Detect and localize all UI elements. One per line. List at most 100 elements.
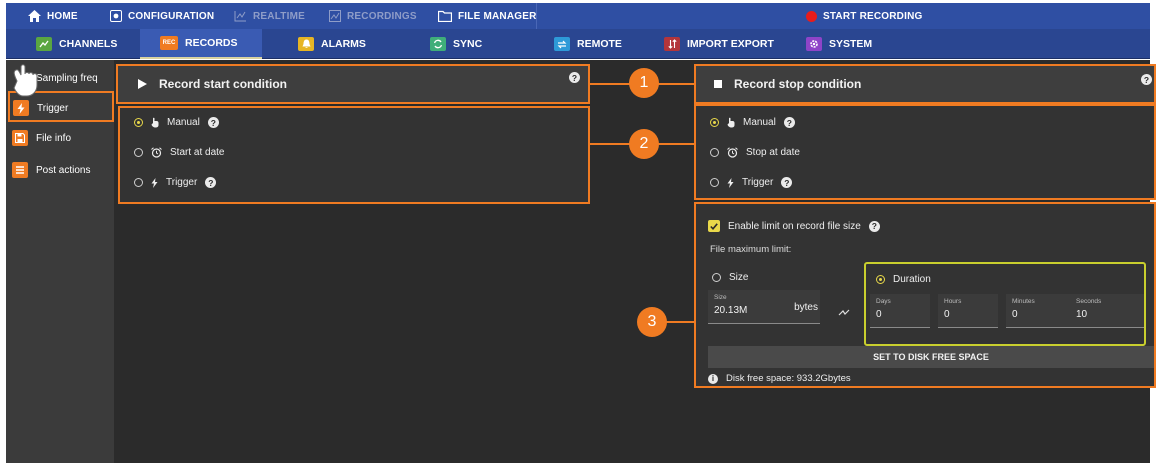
radio-selected[interactable] bbox=[876, 275, 885, 284]
home-icon bbox=[28, 10, 41, 22]
set-to-disk-free-space-button[interactable]: SET TO DISK FREE SPACE bbox=[708, 346, 1154, 368]
days-field[interactable]: Days 0 bbox=[870, 294, 930, 328]
seconds-field[interactable]: Seconds 10 bbox=[1070, 294, 1144, 328]
radio-unselected[interactable] bbox=[712, 273, 721, 282]
stop-option-trigger[interactable]: Trigger ? bbox=[710, 177, 793, 188]
disk-free-space-row: i Disk free space: 933.2Gbytes bbox=[708, 373, 851, 384]
stop-option-manual[interactable]: Manual ? bbox=[710, 117, 795, 128]
radio-unselected[interactable] bbox=[134, 178, 143, 187]
record-start-options: Manual ? Start at date Trigger ? bbox=[118, 106, 590, 204]
lightning-icon bbox=[727, 177, 734, 188]
record-start-condition-header: Record start condition ? bbox=[116, 64, 590, 104]
record-stop-options: Manual ? Stop at date Trigger ? bbox=[694, 104, 1156, 200]
help-icon[interactable]: ? bbox=[868, 220, 880, 232]
nav-realtime-label: REALTIME bbox=[253, 10, 305, 22]
help-icon[interactable]: ? bbox=[1141, 74, 1152, 85]
record-stop-condition-title: Record stop condition bbox=[734, 77, 862, 91]
start-recording-label: START RECORDING bbox=[823, 10, 923, 22]
hand-icon bbox=[151, 117, 159, 128]
size-field-label: Size bbox=[714, 294, 727, 301]
days-value: 0 bbox=[876, 309, 882, 320]
hours-value: 0 bbox=[944, 309, 950, 320]
hours-label: Hours bbox=[944, 298, 962, 305]
minutes-label: Minutes bbox=[1012, 298, 1035, 305]
top-navigation-bar: HOME CONFIGURATION REALTIME RECORDINGS F… bbox=[6, 3, 1150, 29]
radio-selected[interactable] bbox=[710, 118, 719, 127]
tab-remote[interactable]: REMOTE bbox=[554, 29, 622, 59]
nav-divider bbox=[536, 3, 537, 29]
start-option-trigger-label: Trigger bbox=[166, 177, 198, 188]
enable-limit-checkbox[interactable]: Enable limit on record file size ? bbox=[708, 220, 880, 232]
step-badge-1: 1 bbox=[629, 68, 659, 98]
sidebar-item-post-actions[interactable]: Post actions bbox=[12, 158, 90, 182]
start-option-manual[interactable]: Manual ? bbox=[134, 117, 219, 128]
help-icon[interactable]: ? bbox=[783, 117, 795, 128]
remote-icon bbox=[554, 37, 570, 51]
stop-option-stop-at-date[interactable]: Stop at date bbox=[710, 147, 800, 158]
tab-channels[interactable]: CHANNELS bbox=[36, 29, 117, 59]
start-option-start-at-date[interactable]: Start at date bbox=[134, 147, 224, 158]
nav-home[interactable]: HOME bbox=[28, 3, 78, 29]
minutes-value: 0 bbox=[1012, 309, 1018, 320]
radio-selected[interactable] bbox=[134, 118, 143, 127]
file-maximum-limit-label: File maximum limit: bbox=[710, 244, 792, 255]
tab-records[interactable]: REC RECORDS bbox=[140, 29, 262, 59]
folder-icon bbox=[438, 10, 452, 22]
alarm-clock-icon bbox=[727, 147, 738, 158]
sidebar: Sampling freq Trigger File info Post act… bbox=[6, 60, 114, 463]
nav-recordings[interactable]: RECORDINGS bbox=[329, 3, 417, 29]
help-icon[interactable]: ? bbox=[207, 117, 219, 128]
nav-configuration[interactable]: CONFIGURATION bbox=[110, 3, 214, 29]
tab-remote-label: REMOTE bbox=[577, 38, 622, 50]
days-label: Days bbox=[876, 298, 891, 305]
play-icon bbox=[138, 79, 147, 89]
sidebar-item-sampling-freq[interactable]: Sampling freq bbox=[36, 66, 98, 90]
nav-configuration-label: CONFIGURATION bbox=[128, 10, 215, 22]
save-icon bbox=[12, 130, 28, 146]
size-option[interactable]: Size bbox=[712, 272, 748, 283]
sidebar-item-label: Trigger bbox=[37, 102, 69, 114]
tab-alarms[interactable]: ALARMS bbox=[298, 29, 366, 59]
nav-realtime[interactable]: REALTIME bbox=[234, 3, 305, 29]
sidebar-item-label: File info bbox=[36, 132, 72, 144]
start-recording-button[interactable]: START RECORDING bbox=[806, 3, 922, 29]
sidebar-item-file-info[interactable]: File info bbox=[12, 126, 71, 150]
sidebar-item-label: Sampling freq bbox=[36, 72, 98, 84]
configuration-icon bbox=[110, 10, 122, 22]
help-icon[interactable]: ? bbox=[781, 177, 793, 188]
radio-unselected[interactable] bbox=[134, 148, 143, 157]
help-icon[interactable]: ? bbox=[205, 177, 217, 188]
channels-icon bbox=[36, 37, 52, 51]
help-icon[interactable]: ? bbox=[569, 72, 580, 83]
gear-icon bbox=[806, 37, 822, 51]
import-export-icon bbox=[664, 37, 680, 51]
radio-unselected[interactable] bbox=[710, 148, 719, 157]
start-option-trigger[interactable]: Trigger ? bbox=[134, 177, 217, 188]
size-field[interactable]: Size 20.13M bytes bbox=[708, 290, 820, 324]
stop-option-trigger-label: Trigger bbox=[742, 177, 774, 188]
duration-option[interactable]: Duration bbox=[876, 274, 931, 285]
nav-file-manager[interactable]: FILE MANAGER bbox=[438, 3, 537, 29]
tab-records-label: RECORDS bbox=[185, 37, 238, 49]
sidebar-item-label: Post actions bbox=[36, 164, 91, 176]
tab-import-export[interactable]: IMPORT EXPORT bbox=[664, 29, 774, 59]
enable-limit-label: Enable limit on record file size bbox=[728, 220, 861, 232]
sync-icon bbox=[430, 37, 446, 51]
size-value: 20.13M bbox=[714, 305, 748, 316]
start-option-start-at-date-label: Start at date bbox=[170, 147, 225, 158]
bell-icon bbox=[298, 37, 314, 51]
nav-home-label: HOME bbox=[47, 10, 78, 22]
radio-unselected[interactable] bbox=[710, 178, 719, 187]
hours-field[interactable]: Hours 0 bbox=[938, 294, 998, 328]
alarm-clock-icon bbox=[151, 147, 162, 158]
hand-pointer-icon bbox=[3, 61, 43, 101]
lightning-icon bbox=[151, 177, 158, 188]
info-icon: i bbox=[708, 373, 718, 384]
tab-sync[interactable]: SYNC bbox=[430, 29, 482, 59]
realtime-icon bbox=[234, 11, 246, 22]
tab-system-label: SYSTEM bbox=[829, 38, 873, 50]
checkbox-checked[interactable] bbox=[708, 220, 720, 232]
minutes-field[interactable]: Minutes 0 bbox=[1006, 294, 1070, 328]
tab-system[interactable]: SYSTEM bbox=[806, 29, 872, 59]
tab-import-export-label: IMPORT EXPORT bbox=[687, 38, 774, 50]
